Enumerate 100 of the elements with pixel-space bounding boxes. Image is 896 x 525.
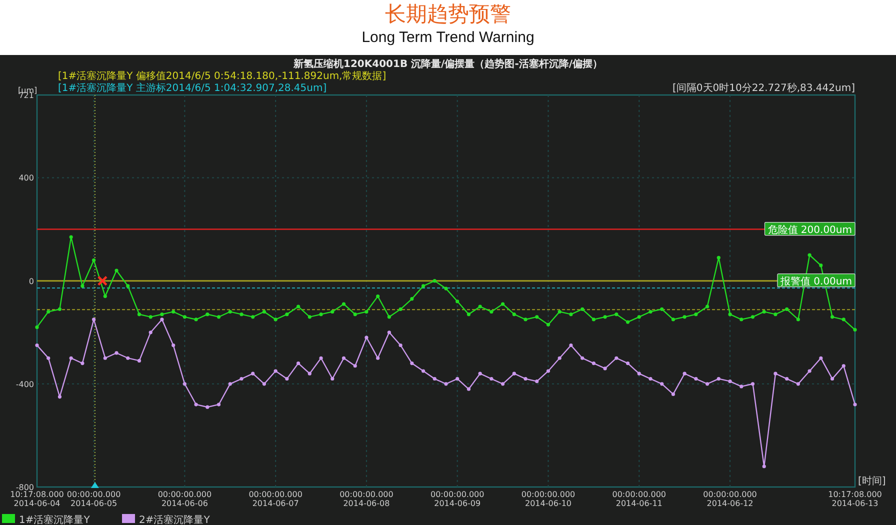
threshold-label: 危险值 200.00um	[764, 222, 856, 236]
data-point	[819, 356, 823, 360]
data-point	[251, 372, 255, 376]
data-point	[285, 376, 289, 381]
cross-marker-icon	[97, 276, 108, 286]
data-point	[262, 310, 266, 314]
y-tick-label: -800	[16, 483, 34, 492]
data-point	[296, 362, 300, 366]
data-point	[569, 343, 573, 348]
data-point	[387, 330, 391, 334]
data-point	[648, 376, 652, 381]
data-point	[808, 369, 812, 373]
data-point	[762, 310, 766, 314]
x-tick-label: 00:00:00.000 2014-06-12	[703, 490, 757, 508]
data-point	[216, 402, 221, 406]
data-point	[592, 362, 596, 366]
data-point	[114, 351, 118, 355]
data-point	[535, 315, 539, 319]
data-point	[330, 310, 334, 314]
data-point	[58, 307, 62, 311]
y-tick-label: 0	[28, 276, 34, 286]
cursor-handle-icon[interactable]	[90, 482, 99, 488]
data-point	[535, 380, 539, 384]
data-point	[694, 312, 698, 316]
data-point	[716, 256, 720, 260]
x-tick-label: 00:00:00.000 2014-06-08	[340, 490, 394, 508]
data-point	[626, 362, 630, 366]
data-point	[682, 372, 686, 376]
x-tick-label: 00:00:00.000 2014-06-07	[248, 490, 302, 508]
data-point	[501, 382, 505, 386]
data-point	[785, 376, 789, 381]
data-point	[750, 315, 755, 319]
data-point	[466, 312, 471, 316]
data-point	[387, 315, 391, 319]
data-point	[626, 320, 630, 324]
data-point	[319, 356, 323, 360]
data-point	[512, 312, 516, 316]
data-point	[46, 310, 50, 314]
data-point	[524, 318, 528, 322]
data-point	[728, 380, 732, 384]
data-point	[853, 402, 857, 406]
data-point	[114, 268, 118, 272]
data-point	[808, 253, 812, 257]
page-subtitle: Long Term Trend Warning	[362, 28, 534, 48]
legend-swatch	[2, 514, 15, 523]
data-point	[410, 297, 414, 301]
data-point	[240, 376, 244, 381]
data-point	[172, 310, 176, 314]
x-tick-label: 00:00:00.000 2014-06-05	[66, 490, 121, 508]
data-point	[228, 382, 232, 386]
data-point	[206, 405, 210, 409]
data-point	[364, 336, 368, 340]
data-point	[92, 318, 96, 322]
axis-title: [时间]	[858, 476, 886, 487]
data-point	[376, 294, 380, 298]
data-point	[421, 369, 426, 373]
data-point	[603, 315, 607, 319]
data-point	[501, 302, 505, 306]
data-point	[172, 343, 176, 348]
data-point	[353, 364, 357, 368]
data-point	[137, 358, 142, 363]
data-point	[182, 315, 186, 319]
data-point	[796, 382, 800, 386]
data-point	[660, 307, 664, 311]
cursor-readout: [1#活塞沉降量Y 偏移值2014/6/5 0:54:18.180,-111.892um,常规数据]	[58, 71, 386, 82]
data-point	[478, 372, 482, 376]
data-point	[671, 392, 676, 396]
x-tick-label: 00:00:00.000 2014-06-11	[612, 490, 666, 508]
data-point	[103, 356, 107, 360]
data-point	[682, 315, 686, 319]
data-point	[46, 356, 50, 360]
data-point	[785, 307, 789, 311]
data-point	[262, 382, 266, 386]
data-point	[580, 307, 584, 311]
data-point	[694, 376, 698, 381]
legend-swatch	[122, 514, 135, 523]
data-point	[648, 310, 652, 314]
data-point	[490, 376, 494, 381]
data-point	[69, 356, 73, 360]
data-point	[478, 304, 482, 308]
data-point	[660, 382, 664, 386]
data-point	[614, 356, 618, 360]
data-point	[342, 356, 346, 360]
data-point	[376, 356, 380, 360]
data-point	[706, 382, 710, 386]
chart-title: 新氢压缩机120K4001B 沉降量/偏摆量（趋势图-活塞杆沉降/偏摆）	[294, 59, 602, 70]
data-point	[80, 362, 84, 366]
data-point	[432, 376, 436, 381]
data-point	[637, 372, 641, 376]
data-point	[182, 382, 186, 386]
data-point	[842, 318, 846, 322]
x-tick-label: 00:00:00.000 2014-06-10	[521, 490, 576, 508]
data-point	[456, 376, 460, 381]
data-point	[126, 284, 130, 288]
interval-readout: [间隔0天0时10分22.727秒,83.442um]	[672, 83, 855, 94]
data-point	[716, 376, 720, 381]
data-point	[148, 330, 152, 334]
data-point	[466, 387, 471, 391]
data-point	[614, 312, 618, 316]
data-point	[148, 315, 152, 319]
